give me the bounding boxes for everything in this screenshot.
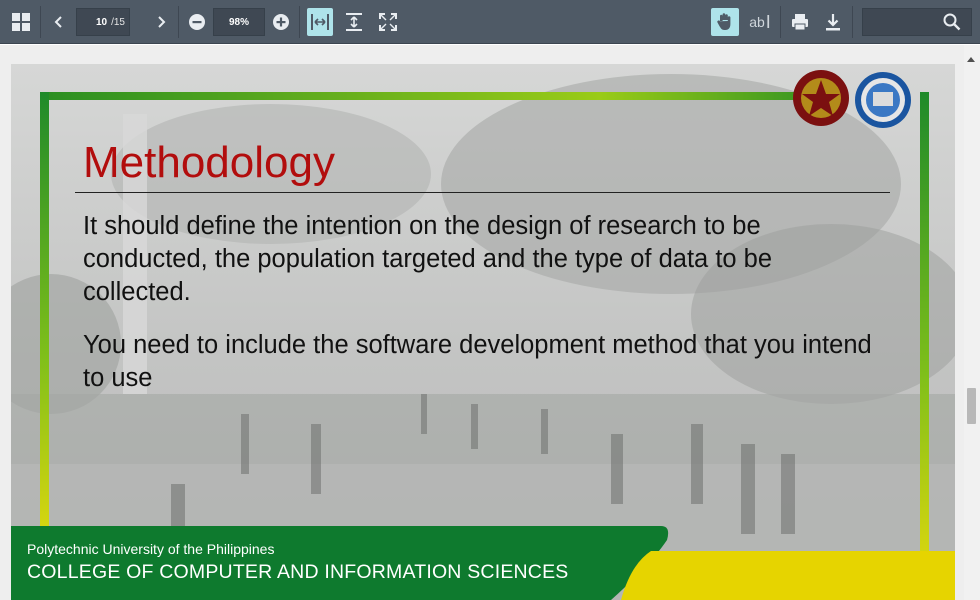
prev-page-icon[interactable] [48,0,70,44]
search-icon[interactable] [943,13,961,31]
fit-page-icon[interactable] [341,0,367,44]
page-total: /15 [111,16,125,28]
slide-body: It should define the intention on the de… [83,210,873,415]
fit-width-icon[interactable] [307,8,333,36]
slide-paragraph: You need to include the software develop… [83,331,872,392]
text-select-icon[interactable]: ab I [746,0,774,44]
page-current: 10 [95,16,108,28]
viewer-toolbar: 10 /15 98% ab I [0,0,980,44]
search-input[interactable] [862,8,972,36]
university-name: Polytechnic University of the Philippine… [27,541,275,557]
download-icon[interactable] [820,0,846,44]
ccis-seal-logo [855,72,911,128]
print-icon[interactable] [787,0,813,44]
slide-paragraph: It should define the intention on the de… [83,212,773,306]
vertical-scrollbar[interactable] [964,45,980,600]
next-page-icon[interactable] [150,0,172,44]
college-name: COLLEGE OF COMPUTER AND INFORMATION SCIE… [27,561,569,583]
scrollbar-thumb[interactable] [967,388,976,424]
slide-page: Methodology It should define the intenti… [11,64,955,600]
scroll-up-icon[interactable] [967,57,975,62]
hand-tool-icon[interactable] [711,8,739,36]
fullscreen-icon[interactable] [375,0,401,44]
text-select-label: ab [749,14,765,30]
thumbnails-icon[interactable] [8,0,34,44]
page-number-field[interactable]: 10 /15 [76,8,130,36]
title-underline [75,192,890,193]
slide-title: Methodology [83,138,335,187]
zoom-in-icon[interactable] [270,0,292,44]
pup-seal-logo [793,70,849,126]
zoom-out-icon[interactable] [186,0,208,44]
zoom-level-field[interactable]: 98% [213,8,265,36]
